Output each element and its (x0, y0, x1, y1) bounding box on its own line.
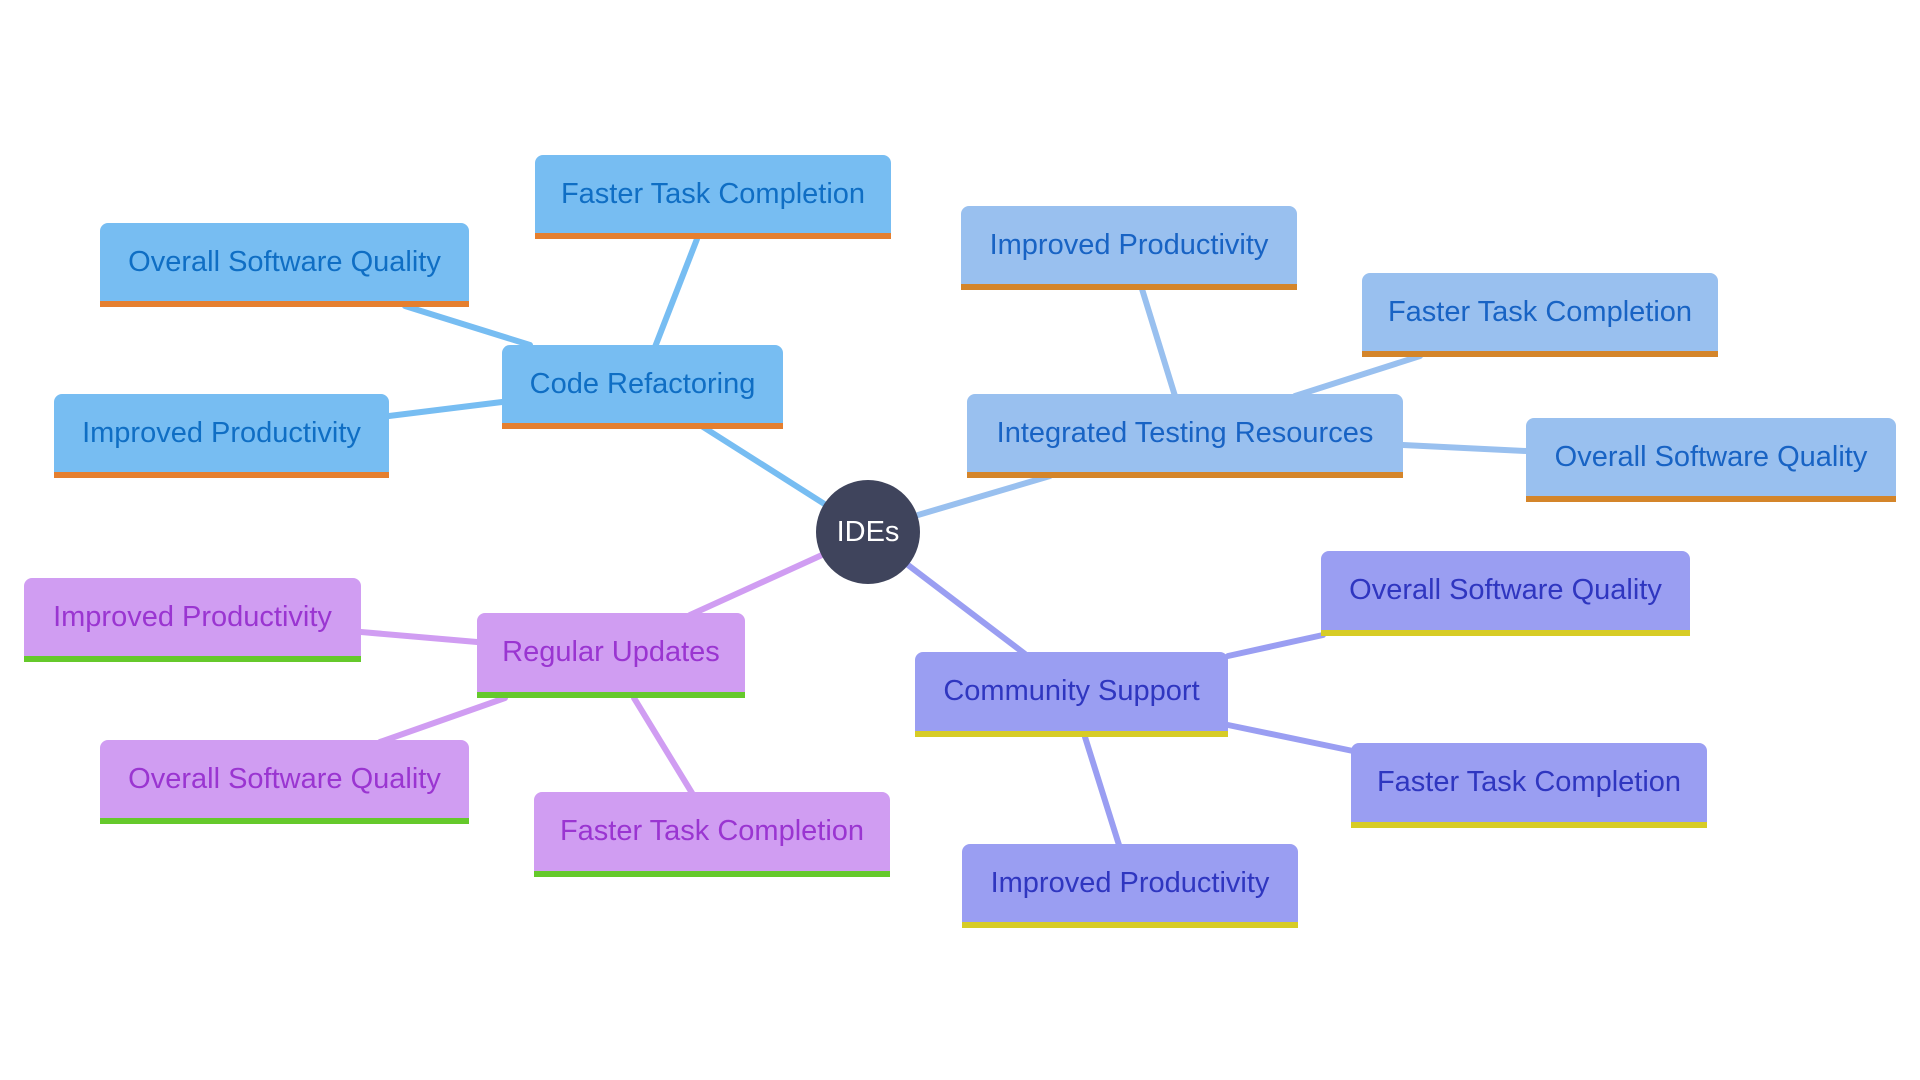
branch-label: Community Support (943, 675, 1200, 707)
leaf-ru-improved-productivity[interactable]: Improved Productivity (24, 578, 361, 662)
edge-cs-faster (1225, 722, 1356, 754)
leaf-label: Faster Task Completion (1387, 295, 1693, 328)
edge-cs-productivity (1082, 734, 1122, 848)
leaf-cr-faster-task-completion[interactable]: Faster Task Completion (535, 155, 891, 239)
leaf-label: Faster Task Completion (1376, 766, 1682, 798)
leaf-label: Faster Task Completion (559, 815, 865, 847)
edge-it-quality (1400, 442, 1529, 454)
leaf-label: Faster Task Completion (560, 177, 866, 210)
edge-ru-productivity (358, 629, 480, 645)
leaf-cr-improved-productivity[interactable]: Improved Productivity (54, 394, 389, 478)
edge-root-code-refactoring (697, 422, 829, 508)
root-label: IDEs (836, 515, 900, 548)
branch-regular-updates[interactable]: Regular Updates (477, 613, 745, 698)
branch-label: Regular Updates (502, 636, 720, 668)
edge-ru-quality (377, 695, 508, 745)
edge-cr-faster (652, 236, 700, 350)
leaf-label: Overall Software Quality (1349, 574, 1662, 606)
edge-it-faster (1292, 353, 1423, 399)
edge-it-productivity (1139, 286, 1178, 399)
edge-root-community-support (905, 562, 1028, 657)
branch-community-support[interactable]: Community Support (915, 652, 1228, 737)
leaf-it-improved-productivity[interactable]: Improved Productivity (961, 206, 1297, 290)
branch-integrated-testing-resources[interactable]: Integrated Testing Resources (967, 394, 1403, 478)
edge-cr-quality (402, 303, 533, 348)
branch-label: Code Refactoring (529, 367, 756, 400)
leaf-label: Overall Software Quality (1554, 440, 1868, 473)
leaf-cr-overall-software-quality[interactable]: Overall Software Quality (100, 223, 469, 307)
branch-code-refactoring[interactable]: Code Refactoring (502, 345, 783, 429)
branch-label: Integrated Testing Resources (996, 416, 1374, 449)
edge-cr-productivity (386, 399, 505, 419)
leaf-cs-overall-software-quality[interactable]: Overall Software Quality (1321, 551, 1690, 636)
leaf-ru-faster-task-completion[interactable]: Faster Task Completion (534, 792, 890, 877)
leaf-it-faster-task-completion[interactable]: Faster Task Completion (1362, 273, 1718, 357)
edges-layer (358, 236, 1529, 848)
leaf-label: Improved Productivity (53, 600, 332, 633)
leaf-label: Improved Productivity (989, 228, 1269, 261)
leaf-it-overall-software-quality[interactable]: Overall Software Quality (1526, 418, 1896, 502)
edge-root-integrated-testing (915, 473, 1053, 518)
edge-cs-quality (1225, 632, 1326, 659)
leaf-cs-improved-productivity[interactable]: Improved Productivity (962, 844, 1298, 928)
edge-ru-faster (631, 695, 695, 796)
leaf-ru-overall-software-quality[interactable]: Overall Software Quality (100, 740, 469, 824)
leaf-label: Overall Software Quality (128, 245, 441, 278)
leaf-cs-faster-task-completion[interactable]: Faster Task Completion (1351, 743, 1707, 828)
root-node-ides[interactable]: IDEs (816, 480, 920, 584)
leaf-label: Improved Productivity (82, 416, 361, 449)
edge-root-regular-updates (687, 552, 825, 618)
leaf-label: Improved Productivity (990, 866, 1270, 899)
leaf-label: Overall Software Quality (128, 762, 441, 795)
